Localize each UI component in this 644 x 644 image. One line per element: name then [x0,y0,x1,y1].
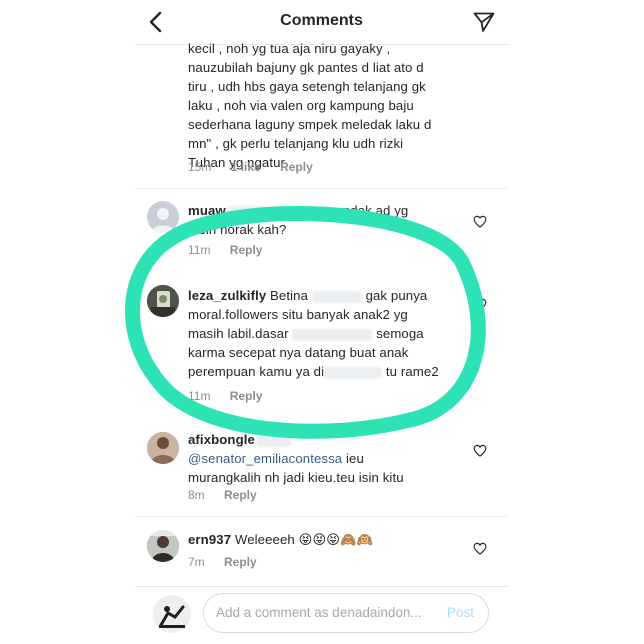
post-button[interactable]: Post [447,605,474,620]
reply-button[interactable]: Reply [224,555,257,569]
comments-screen: Comments kecil , noh yg tua aja niru gay… [135,0,508,644]
comment-username[interactable]: ern937 [188,532,231,547]
heart-icon[interactable] [473,542,487,555]
comment-composer: Add a comment as denadaindon... Post [135,586,508,644]
likes-count[interactable]: 1 like [231,160,261,174]
comment-meta: 11m Reply [188,389,278,403]
reply-button[interactable]: Reply [230,389,263,403]
profile-photo [147,432,179,464]
comment-text: muaw ...ndak ad yg lebih norak kah? [188,203,409,237]
comment-text: ern937 Weleeeeh 😝😝😝🙈🙉 [188,532,374,547]
comment-meta: 15m 1 like Reply [188,160,329,174]
comment-meta: 8m Reply [188,488,273,502]
reply-button[interactable]: Reply [224,488,257,502]
comment-username[interactable]: leza_zulkifly [188,288,266,303]
reply-button[interactable]: Reply [230,243,263,257]
divider [135,188,508,189]
profile-photo [147,530,179,562]
redacted-text [311,290,362,303]
comment-time: 11m [188,243,211,257]
page-title: Comments [280,12,363,29]
comment-time: 7m [188,555,205,569]
comment-text: kecil , noh yg tua aja niru gayaky , nau… [188,41,432,170]
heart-icon[interactable] [473,215,487,228]
comment-time: 15m [188,160,212,174]
mention-link[interactable]: @senator_emiliacontessa [188,451,342,466]
comment-username[interactable]: muaw [188,203,226,218]
redacted-text [255,434,292,447]
heart-icon[interactable] [473,298,487,311]
avatar[interactable] [147,285,179,317]
comment-time: 11m [188,389,211,403]
comment-text: afixbongle @senator_emiliacontessa ieu m… [188,432,404,485]
heart-icon[interactable] [473,444,487,457]
direct-send-icon[interactable] [472,10,496,34]
comment-text: leza_zulkifly Betina gak punya moral.fol… [188,288,439,379]
comment-input-placeholder: Add a comment as denadaindon... [216,605,422,620]
comment-meta: 7m Reply [188,555,273,569]
comment-input[interactable]: Add a comment as denadaindon... Post [203,593,489,633]
comment-time: 8m [188,488,205,502]
redacted-text [227,205,328,218]
avatar[interactable] [147,530,179,562]
comment-username[interactable]: afixbongle [188,432,255,447]
redacted-text [324,366,383,379]
avatar[interactable] [147,432,179,464]
comment-meta: 11m Reply [188,243,278,257]
profile-photo [153,595,191,633]
my-avatar [153,595,191,633]
divider [135,516,508,517]
default-avatar-icon [151,208,175,233]
redacted-text [292,328,373,341]
profile-photo [147,285,179,317]
avatar[interactable] [147,201,179,233]
reply-button[interactable]: Reply [280,160,313,174]
